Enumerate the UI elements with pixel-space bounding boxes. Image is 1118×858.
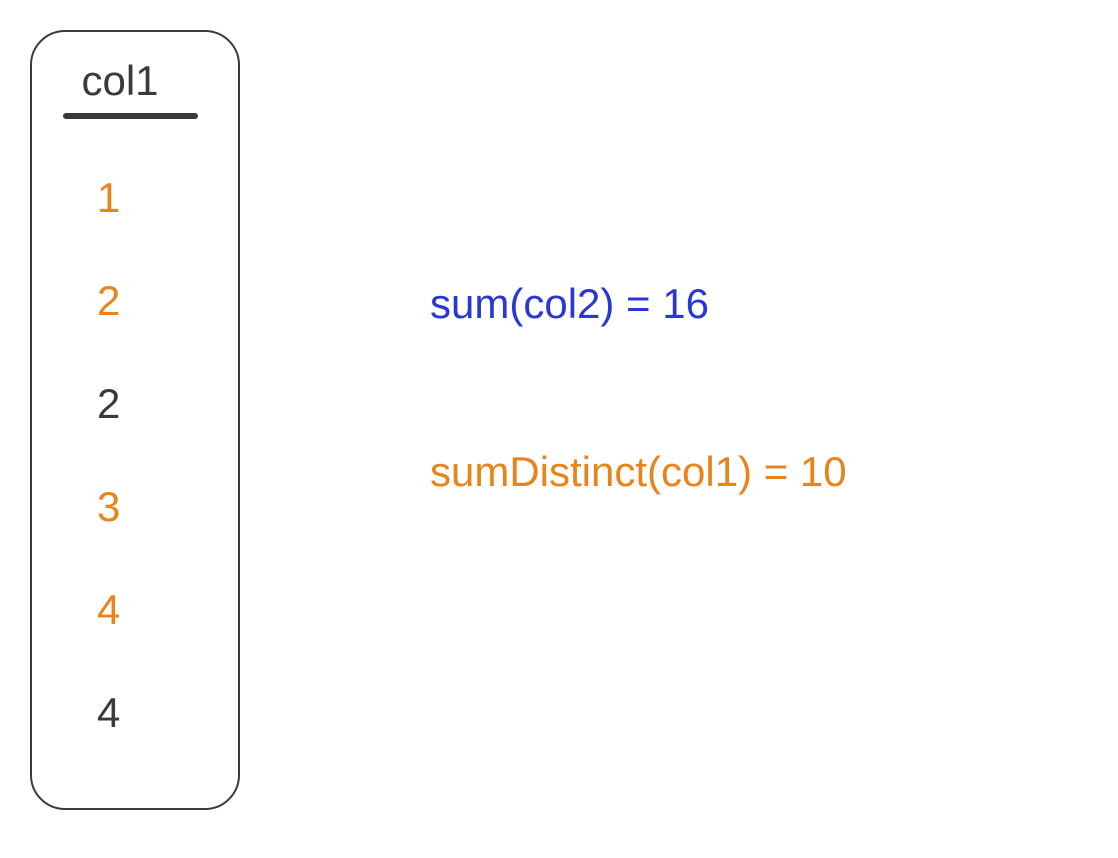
sum-formula: sum(col2) = 16: [430, 280, 847, 328]
value-2: 2: [97, 277, 120, 325]
header-underline: [63, 113, 198, 119]
value-1: 1: [97, 174, 120, 222]
value-4: 4: [97, 586, 120, 634]
value-2-dup: 2: [97, 380, 120, 428]
value-4-dup: 4: [97, 689, 120, 737]
sum-distinct-formula: sumDistinct(col1) = 10: [430, 448, 847, 496]
column-header: col1: [81, 57, 158, 105]
formulas-area: sum(col2) = 16 sumDistinct(col1) = 10: [430, 280, 847, 496]
column-box: col1 1 2 2 3 4 4: [30, 30, 240, 810]
value-3: 3: [97, 483, 120, 531]
column-values: 1 2 2 3 4 4: [32, 174, 238, 737]
